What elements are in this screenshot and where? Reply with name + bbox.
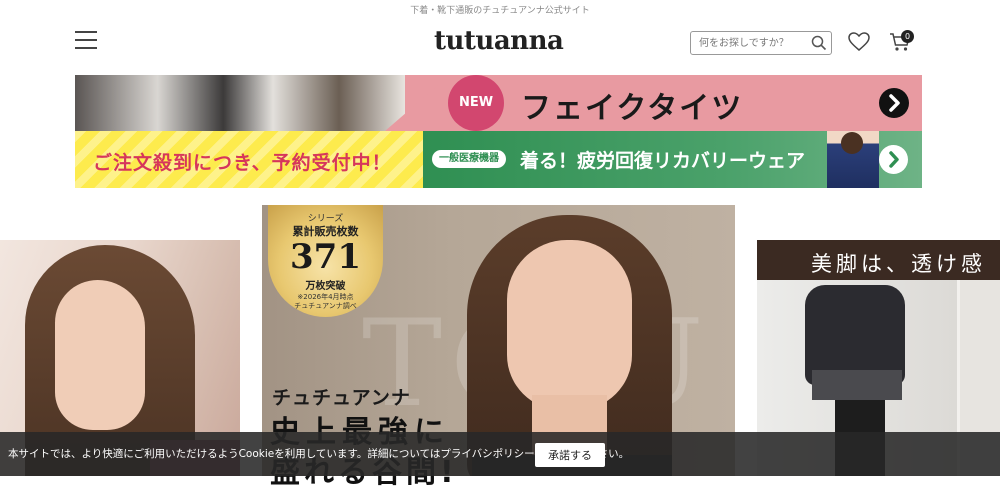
chevron-right-icon [889,151,899,168]
recovery-wear-banner[interactable]: 一般医療機器 着る！疲労回復リカバリーウェア [423,131,922,188]
fake-tights-banner[interactable]: NEW フェイクタイツ [75,75,922,131]
medal-footnote-source: チュチュアンナ調べ [294,302,357,310]
search-input[interactable] [697,34,809,53]
slide-right-title: 美脚は、透け感 [811,252,986,276]
order-banner[interactable]: ご注文殺到につき、予約受付中！ [75,131,423,188]
fake-tights-title: フェイクタイツ [521,91,744,126]
model-skirt [812,370,902,400]
site-tagline: 下着・靴下通販のチュチュアンナ公式サイト [410,6,590,16]
recovery-model-image [827,131,879,188]
medal-number: 371 [290,237,361,277]
recovery-wear-text: 着る！疲労回復リカバリーウェア [520,150,806,172]
banner-arrow-button[interactable] [879,88,909,118]
cart-count-badge: 0 [901,30,914,43]
search-icon[interactable] [811,35,827,51]
chevron-right-icon [889,94,900,112]
order-banner-text: ご注文殺到につき、予約受付中！ [93,152,392,174]
heart-icon[interactable] [848,32,870,52]
search-box[interactable] [690,31,832,55]
site-logo[interactable]: tutuanna [434,26,564,56]
accept-cookies-button[interactable]: 承諾する [535,443,605,467]
slide-subtitle: チュチュアンナ [272,387,411,409]
cookie-consent-bar: 本サイトでは、より快適にご利用いただけるようCookieを利用しています。詳細に… [0,432,1000,476]
new-badge: NEW [448,75,504,131]
model-face [507,240,632,410]
menu-icon[interactable] [75,31,97,49]
medical-device-badge: 一般医療機器 [432,150,506,168]
recovery-arrow-button[interactable] [879,145,908,174]
tights-photo [75,75,405,131]
model-face [55,280,145,430]
medal-unit-label: 万枚突破 [305,281,346,292]
